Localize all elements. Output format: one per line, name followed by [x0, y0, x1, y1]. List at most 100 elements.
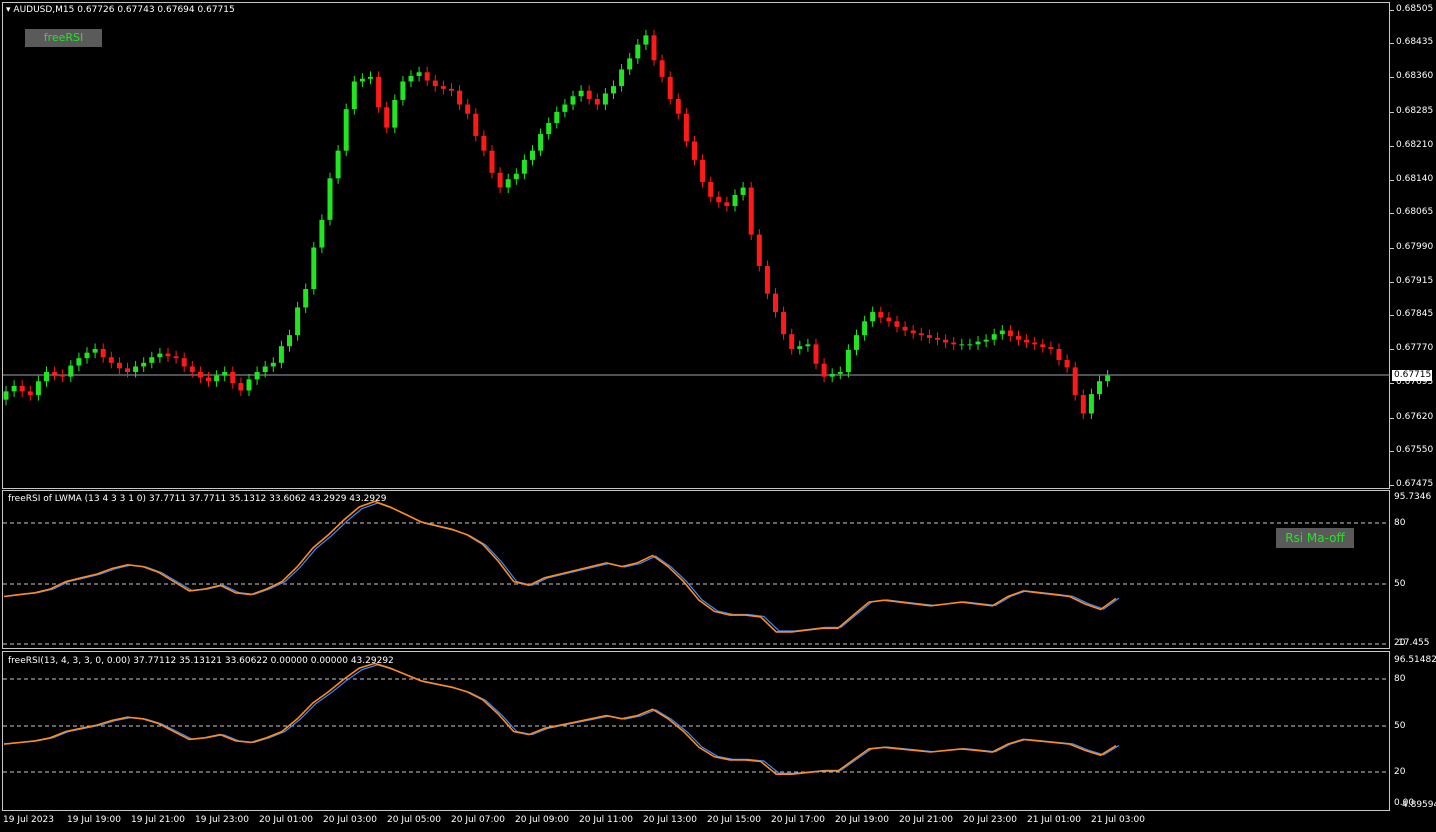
price-scale-tick	[1390, 451, 1394, 452]
candle-body	[351, 81, 357, 110]
candle-body	[1024, 339, 1030, 343]
price-scale-tick	[1390, 43, 1394, 44]
candle-body	[1064, 360, 1070, 368]
candle-body	[416, 72, 422, 76]
candle-body	[805, 344, 811, 347]
candle-body	[683, 113, 689, 142]
rsi-ma-off-button[interactable]: Rsi Ma-off	[1276, 528, 1354, 548]
candle-body	[910, 330, 916, 334]
freersi-button[interactable]: freeRSI	[25, 29, 102, 47]
ind1-scale-50: 50	[1394, 579, 1406, 589]
symbol-label: AUDUSD,M15	[13, 5, 75, 15]
candle-body	[465, 104, 471, 114]
candle-body	[408, 75, 414, 82]
candle-body	[238, 383, 244, 391]
current-price-tag: 0.67715	[1392, 370, 1432, 381]
mt4-chart-window[interactable]: ▾ AUDUSD,M15 0.67726 0.67743 0.67694 0.6…	[0, 0, 1436, 832]
time-axis-label: 20 Jul 01:00	[259, 815, 313, 825]
candle-body	[854, 335, 859, 350]
candle-body	[764, 265, 770, 294]
candle-body	[602, 93, 608, 105]
candle-body	[635, 44, 641, 59]
candle-body	[68, 365, 74, 377]
candle-body	[943, 339, 949, 343]
dropdown-triangle-icon[interactable]: ▾	[6, 5, 11, 15]
indicator2-signal-line	[6, 664, 1120, 774]
candle-body	[100, 348, 106, 358]
candle-body	[1032, 342, 1038, 345]
time-axis-label: 20 Jul 23:00	[963, 815, 1017, 825]
indicator1-signal-line	[6, 502, 1120, 632]
indicator1-title: freeRSI of LWMA (13 4 3 3 1 0) 37.7711 3…	[8, 494, 387, 504]
time-axis-label: 19 Jul 2023	[3, 815, 54, 825]
time-axis-label: 20 Jul 07:00	[451, 815, 505, 825]
candle-body	[343, 109, 349, 151]
candle-body	[538, 134, 544, 151]
candle-body	[700, 159, 706, 183]
candle-body	[659, 60, 665, 77]
candle-body	[432, 80, 438, 87]
candle-body	[287, 335, 292, 347]
time-axis-label: 20 Jul 19:00	[835, 815, 889, 825]
candle-body	[376, 76, 382, 108]
candle-body	[926, 335, 932, 338]
price-scale-tick	[1390, 248, 1394, 249]
indicator1-rsi-line	[3, 500, 1117, 633]
candle-body	[902, 326, 908, 331]
price-scale-label: 0.68210	[1396, 140, 1434, 150]
ind2-scale-50: 50	[1394, 721, 1406, 731]
price-scale-label: 0.68065	[1396, 207, 1434, 217]
time-axis-label: 19 Jul 23:00	[195, 815, 249, 825]
ind2-scale-80: 80	[1394, 674, 1406, 684]
price-scale-label: 0.67550	[1396, 445, 1434, 455]
price-scale-tick	[1390, 10, 1394, 11]
candle-body	[530, 150, 535, 160]
candle-body	[554, 111, 560, 123]
candle-body	[319, 219, 325, 248]
candle-body	[157, 353, 163, 358]
candle-body	[886, 317, 892, 322]
candle-body	[619, 69, 625, 87]
candle-body	[400, 81, 406, 100]
price-scale-label: 0.67990	[1396, 242, 1434, 252]
candle-body	[505, 179, 511, 188]
candle-body	[975, 341, 981, 345]
candle-body	[206, 377, 211, 382]
price-scale-tick	[1390, 180, 1394, 181]
candle-body	[52, 372, 58, 375]
time-axis-label: 20 Jul 17:00	[771, 815, 825, 825]
candle-body	[481, 135, 487, 151]
candle-body	[230, 372, 236, 384]
price-scale-label: 0.68360	[1396, 71, 1434, 81]
ind2-scale-min: 4.89594	[1402, 800, 1436, 810]
candle-body	[870, 312, 876, 322]
candle-body	[116, 362, 122, 369]
candle-body	[708, 182, 714, 197]
candle-body	[797, 346, 803, 349]
candle-body	[1088, 394, 1094, 414]
ohlc-label: 0.67726 0.67743 0.67694 0.67715	[77, 5, 235, 15]
candle-body	[732, 194, 738, 206]
price-scale-tick	[1390, 146, 1394, 147]
candle-body	[959, 344, 965, 346]
candle-body	[675, 99, 681, 114]
candle-body	[586, 90, 592, 100]
price-scale-label: 0.68505	[1396, 4, 1434, 14]
candle-body	[384, 107, 390, 128]
candle-body	[692, 141, 697, 160]
candle-body	[1056, 348, 1062, 361]
ind1-scale-max: 95.7346	[1394, 492, 1432, 502]
time-axis-label: 20 Jul 09:00	[515, 815, 569, 825]
candle-body	[449, 88, 454, 91]
price-scale-tick	[1390, 112, 1394, 113]
candle-body	[562, 104, 568, 112]
candle-body	[35, 381, 41, 396]
candle-body	[651, 35, 657, 61]
candle-body	[570, 96, 576, 105]
price-scale-tick	[1390, 282, 1394, 283]
price-scale-tick	[1390, 383, 1394, 384]
candle-body	[473, 113, 479, 136]
candle-body	[92, 348, 98, 353]
candle-body	[748, 187, 754, 235]
candle-body	[165, 353, 171, 357]
